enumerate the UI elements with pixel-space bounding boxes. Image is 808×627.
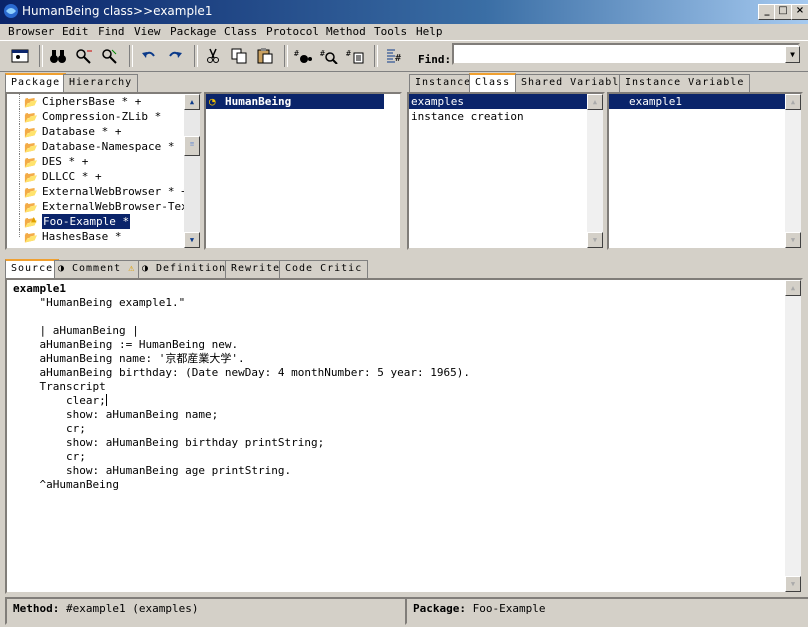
list-item[interactable]: 📂 CiphersBase * + — [7, 94, 184, 109]
menu-bar: Browser Edit Find View Package Class Pro… — [0, 24, 808, 40]
status-method: Method: #example1 (examples) — [5, 597, 413, 625]
scroll-down-button[interactable]: ▼ — [184, 232, 200, 248]
list-item[interactable]: 📂 ExternalWebBrowser-Text — [7, 199, 194, 214]
tab-comment[interactable]: ◑ Comment ⚠ — [54, 260, 142, 279]
method-list-scrollbar[interactable]: ▲ ▼ — [785, 94, 801, 248]
browse-references-icon[interactable]: # — [344, 45, 366, 67]
scroll-up-button[interactable]: ▲ — [587, 94, 603, 110]
method-selector: example1 — [13, 282, 66, 295]
package-icon: 📂 — [24, 171, 38, 184]
menu-edit[interactable]: Edit — [62, 25, 89, 38]
window-title: HumanBeing class>>example1 — [22, 4, 213, 18]
list-item[interactable]: 📂 ExternalWebBrowser * + — [7, 184, 188, 199]
scroll-up-button[interactable]: ▲ — [184, 94, 200, 110]
half-circle-icon: ◑ — [142, 263, 150, 274]
list-item[interactable]: 📂 ▲ Foo-Example * — [7, 214, 184, 229]
browse-implementors-icon[interactable]: # — [318, 45, 340, 67]
paste-icon[interactable] — [254, 45, 276, 67]
package-list-scrollbar[interactable]: ▲ ≡ ▼ — [184, 94, 200, 248]
list-item[interactable]: ◔ HumanBeing — [206, 94, 384, 109]
format-source-icon[interactable]: # — [384, 45, 406, 67]
tab-shared-variable[interactable]: Shared Variable — [515, 74, 633, 93]
package-icon: 📂 — [24, 141, 38, 154]
class-icon: ◔ — [209, 95, 216, 108]
status-package: Package: Foo-Example — [405, 597, 808, 625]
binoculars-icon[interactable] — [47, 45, 69, 67]
package-warning-icon: 📂 ▲ — [24, 215, 38, 229]
scroll-up-button[interactable]: ▲ — [785, 280, 801, 296]
protocol-list[interactable]: examples instance creation ▲ ▼ — [407, 92, 605, 250]
svg-text:#: # — [395, 53, 401, 64]
browser-icon[interactable] — [9, 45, 31, 67]
list-item[interactable]: 📂 DLLCC * + — [7, 169, 184, 184]
package-icon: 📂 — [24, 111, 38, 124]
source-code[interactable]: example1 "HumanBeing example1." | aHuman… — [13, 282, 470, 492]
tab-hierarchy[interactable]: Hierarchy — [63, 74, 139, 93]
menu-tools[interactable]: Tools — [374, 25, 407, 38]
scroll-down-button[interactable]: ▼ — [785, 576, 801, 592]
list-item[interactable]: instance creation — [409, 109, 589, 124]
package-icon: 📂 — [24, 96, 38, 109]
scroll-down-button[interactable]: ▼ — [785, 232, 801, 248]
tab-source[interactable]: Source — [5, 259, 60, 280]
menu-package[interactable]: Package — [170, 25, 216, 38]
menu-class[interactable]: Class — [224, 25, 257, 38]
class-list[interactable]: ◔ HumanBeing — [204, 92, 402, 250]
list-item[interactable]: 📂 Database-Namespace * — [7, 139, 184, 154]
package-list[interactable]: 📂 CiphersBase * + 📂 Compression-ZLib * 📂 Da… — [5, 92, 202, 250]
find-label: Find: — [418, 53, 452, 66]
list-item[interactable]: example1 — [609, 94, 785, 109]
menu-find[interactable]: Find — [98, 25, 125, 38]
svg-text:#: # — [320, 49, 325, 58]
find-replace-icon[interactable] — [99, 45, 121, 67]
menu-browser[interactable]: Browser — [8, 25, 54, 38]
find-dropdown-button[interactable]: ▼ — [785, 46, 800, 63]
tab-instance-variable[interactable]: Instance Variable — [619, 74, 751, 93]
title-bar[interactable]: HumanBeing class>>example1 _ □ × — [0, 0, 808, 24]
package-icon: 📂 — [24, 156, 38, 169]
package-icon: 📂 — [24, 186, 38, 199]
menu-view[interactable]: View — [134, 25, 161, 38]
tab-code-critic[interactable]: Code Critic — [279, 260, 369, 279]
cut-icon[interactable] — [202, 45, 224, 67]
tab-rewrite[interactable]: Rewrite — [225, 260, 287, 279]
package-icon: 📂 — [24, 231, 38, 244]
list-item[interactable]: 📂 DES * + — [7, 154, 184, 169]
close-button[interactable]: × — [791, 4, 808, 20]
tab-definition[interactable]: ◑ Definition — [138, 260, 233, 279]
warning-icon: ⚠ — [128, 263, 136, 274]
tab-package[interactable]: Package — [5, 73, 67, 94]
app-icon — [4, 4, 18, 18]
svg-text:#: # — [346, 49, 351, 58]
source-scrollbar[interactable]: ▲ ▼ — [785, 280, 801, 592]
scroll-thumb[interactable]: ≡ — [184, 136, 200, 156]
package-icon: 📂 — [24, 126, 38, 139]
copy-icon[interactable] — [228, 45, 250, 67]
tab-class[interactable]: Class — [469, 73, 517, 94]
list-item[interactable]: examples — [409, 94, 589, 109]
half-circle-icon: ◑ — [58, 263, 66, 274]
undo-icon[interactable] — [138, 45, 160, 67]
svg-text:#: # — [294, 49, 299, 58]
scroll-down-button[interactable]: ▼ — [587, 232, 603, 248]
find-next-icon[interactable] — [73, 45, 95, 67]
protocol-list-scrollbar[interactable]: ▲ ▼ — [587, 94, 603, 248]
method-list[interactable]: example1 ▲ ▼ — [607, 92, 803, 250]
find-input[interactable] — [452, 43, 800, 65]
list-item[interactable]: 📂 Compression-ZLib * — [7, 109, 184, 124]
list-item[interactable]: 📂 Database * + — [7, 124, 184, 139]
list-item[interactable]: 📂 HashesBase * — [7, 229, 184, 244]
browse-senders-icon[interactable]: # — [292, 45, 314, 67]
tab-instance[interactable]: Instance — [409, 74, 478, 93]
redo-icon[interactable] — [164, 45, 186, 67]
menu-help[interactable]: Help — [416, 25, 443, 38]
menu-method[interactable]: Method — [326, 25, 366, 38]
scroll-up-button[interactable]: ▲ — [785, 94, 801, 110]
source-editor[interactable]: example1 "HumanBeing example1." | aHuman… — [5, 278, 803, 594]
menu-protocol[interactable]: Protocol — [266, 25, 319, 38]
maximize-button[interactable]: □ — [774, 4, 792, 20]
text-caret — [105, 394, 107, 406]
